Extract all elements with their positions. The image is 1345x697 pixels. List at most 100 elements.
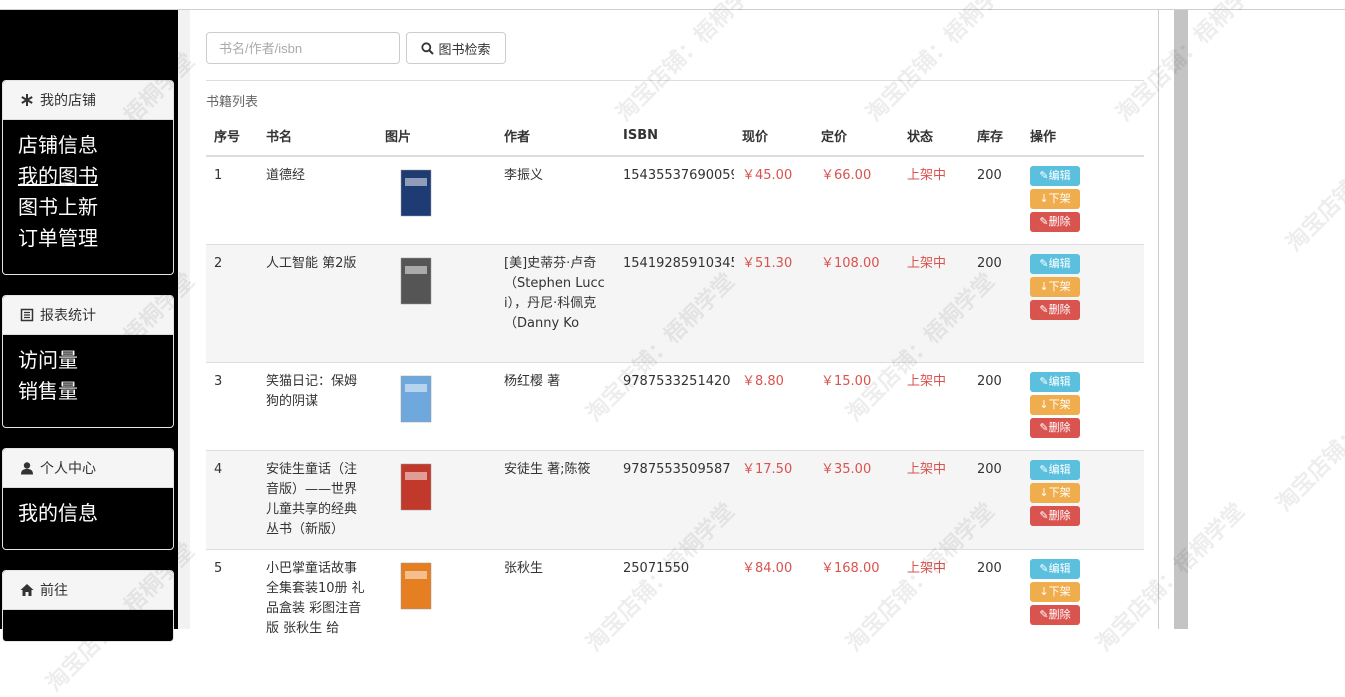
edit-button[interactable]: ✎ 编辑	[1030, 166, 1080, 186]
cell-isbn: 15419285910345	[615, 244, 734, 363]
list-caption: 书籍列表	[206, 95, 259, 110]
search-input[interactable]	[206, 32, 400, 64]
user-icon	[19, 460, 35, 476]
top-border	[0, 0, 1345, 10]
off-shelf-button[interactable]: ↓ 下架	[1030, 189, 1080, 209]
cell-no: 2	[206, 244, 258, 363]
cell-author: [美]史蒂芬·卢奇（Stephen Lucci），丹尼·科佩克（Danny Ko	[496, 244, 615, 363]
off-shelf-button[interactable]: ↓ 下架	[1030, 277, 1080, 297]
cell-author: 李振义	[496, 155, 615, 245]
column-header-status: 状态	[899, 118, 969, 157]
cell-isbn: 15435537690059	[615, 155, 734, 245]
pencil-icon: ✎	[1039, 421, 1049, 434]
button-label: 下架	[1048, 486, 1071, 499]
list-icon	[19, 307, 35, 323]
book-cover-image	[400, 375, 432, 423]
cell-actions: ✎ 编辑 ↓ 下架 ✎ 删除	[1022, 362, 1144, 451]
scrollbar[interactable]	[1174, 10, 1188, 629]
table-header-row: 序号 书名 图片 作者 ISBN 现价 定价 状态 库存 操作	[206, 118, 1144, 157]
cell-price: ￥51.30	[734, 244, 813, 363]
book-cover-image	[400, 562, 432, 610]
sidebar-item-my-books[interactable]: 我的图书	[18, 161, 173, 192]
search-button-label: 图书检索	[438, 42, 491, 58]
off-shelf-button[interactable]: ↓ 下架	[1030, 395, 1080, 415]
cell-price: ￥84.00	[734, 549, 813, 648]
sidebar-item-orders[interactable]: 订单管理	[18, 223, 173, 254]
watermark-text: 淘宝店铺：梧桐学堂	[1271, 358, 1345, 517]
cell-stock: 200	[969, 549, 1022, 648]
pencil-icon: ✎	[1039, 608, 1049, 621]
cell-title: 安徒生童话（注音版）——世界儿童共享的经典丛书（新版）	[258, 450, 377, 550]
cell-list-price: ￥35.00	[813, 450, 899, 550]
cell-no: 1	[206, 155, 258, 245]
delete-button[interactable]: ✎ 删除	[1030, 300, 1080, 320]
cell-list-price: ￥108.00	[813, 244, 899, 363]
panel-my-shop: 我的店铺 店铺信息 我的图书 图书上新 订单管理	[2, 80, 174, 275]
cell-no: 3	[206, 362, 258, 451]
button-label: 编辑	[1048, 562, 1071, 575]
button-label: 删除	[1048, 215, 1071, 228]
cell-list-price: ￥168.00	[813, 549, 899, 648]
panel-header-goto[interactable]: 前往	[3, 571, 173, 610]
edit-button[interactable]: ✎ 编辑	[1030, 559, 1080, 579]
cell-stock: 200	[969, 362, 1022, 451]
cell-list-price: ￥15.00	[813, 362, 899, 451]
search-icon	[421, 41, 435, 55]
sidebar-item-shop-info[interactable]: 店铺信息	[18, 130, 173, 161]
panel-header-reports[interactable]: 报表统计	[3, 296, 173, 335]
arrow-down-icon: ↓	[1039, 280, 1049, 293]
button-label: 编辑	[1048, 375, 1071, 388]
column-header-actions: 操作	[1022, 118, 1144, 157]
cell-image	[377, 362, 496, 451]
arrow-down-icon: ↓	[1039, 486, 1049, 499]
panel-title: 前往	[40, 583, 68, 599]
divider	[206, 80, 1144, 81]
sidebar-item-my-info[interactable]: 我的信息	[18, 498, 173, 529]
book-cover-image	[400, 257, 432, 305]
cell-title: 小巴掌童话故事全集套装10册 礼品盒装 彩图注音版 张秋生 给	[258, 549, 377, 648]
cell-title: 笑猫日记：保姆狗的阴谋	[258, 362, 377, 451]
cell-author: 杨红樱 著	[496, 362, 615, 451]
cell-image	[377, 155, 496, 245]
column-header-title: 书名	[258, 118, 377, 157]
cell-no: 5	[206, 549, 258, 648]
cell-author: 安徒生 著;陈筱	[496, 450, 615, 550]
search-button[interactable]: 图书检索	[406, 32, 506, 64]
panel-header-my-shop[interactable]: 我的店铺	[3, 81, 173, 120]
cell-status: 上架中	[899, 155, 969, 245]
delete-button[interactable]: ✎ 删除	[1030, 418, 1080, 438]
home-icon	[19, 582, 35, 598]
sidebar-item-sales[interactable]: 销售量	[18, 376, 173, 407]
button-label: 删除	[1048, 608, 1071, 621]
cell-price: ￥45.00	[734, 155, 813, 245]
pencil-icon: ✎	[1039, 215, 1049, 228]
delete-button[interactable]: ✎ 删除	[1030, 605, 1080, 625]
button-label: 删除	[1048, 509, 1071, 522]
edit-button[interactable]: ✎ 编辑	[1030, 460, 1080, 480]
cell-title: 道德经	[258, 155, 377, 245]
sidebar-item-new-book[interactable]: 图书上新	[18, 192, 173, 223]
cell-isbn: 25071550	[615, 549, 734, 648]
pencil-icon: ✎	[1039, 375, 1049, 388]
book-cover-image	[400, 169, 432, 217]
panel-title: 个人中心	[40, 461, 96, 477]
book-table: 序号 书名 图片 作者 ISBN 现价 定价 状态 库存 操作 1 道德经 李振义 1…	[206, 118, 1144, 648]
watermark-text: 淘宝店铺：梧桐学堂	[1281, 98, 1345, 257]
delete-button[interactable]: ✎ 删除	[1030, 506, 1080, 526]
edit-button[interactable]: ✎ 编辑	[1030, 254, 1080, 274]
arrow-down-icon: ↓	[1039, 192, 1049, 205]
cell-no: 4	[206, 450, 258, 550]
cell-stock: 200	[969, 450, 1022, 550]
off-shelf-button[interactable]: ↓ 下架	[1030, 582, 1080, 602]
edit-button[interactable]: ✎ 编辑	[1030, 372, 1080, 392]
cell-status: 上架中	[899, 362, 969, 451]
cell-actions: ✎ 编辑 ↓ 下架 ✎ 删除	[1022, 155, 1144, 245]
column-header-isbn: ISBN	[615, 118, 734, 157]
off-shelf-button[interactable]: ↓ 下架	[1030, 483, 1080, 503]
panel-header-personal[interactable]: 个人中心	[3, 449, 173, 488]
delete-button[interactable]: ✎ 删除	[1030, 212, 1080, 232]
sidebar-item-visits[interactable]: 访问量	[18, 345, 173, 376]
pencil-icon: ✎	[1039, 463, 1049, 476]
cell-isbn: 9787533251420	[615, 362, 734, 451]
cell-price: ￥17.50	[734, 450, 813, 550]
